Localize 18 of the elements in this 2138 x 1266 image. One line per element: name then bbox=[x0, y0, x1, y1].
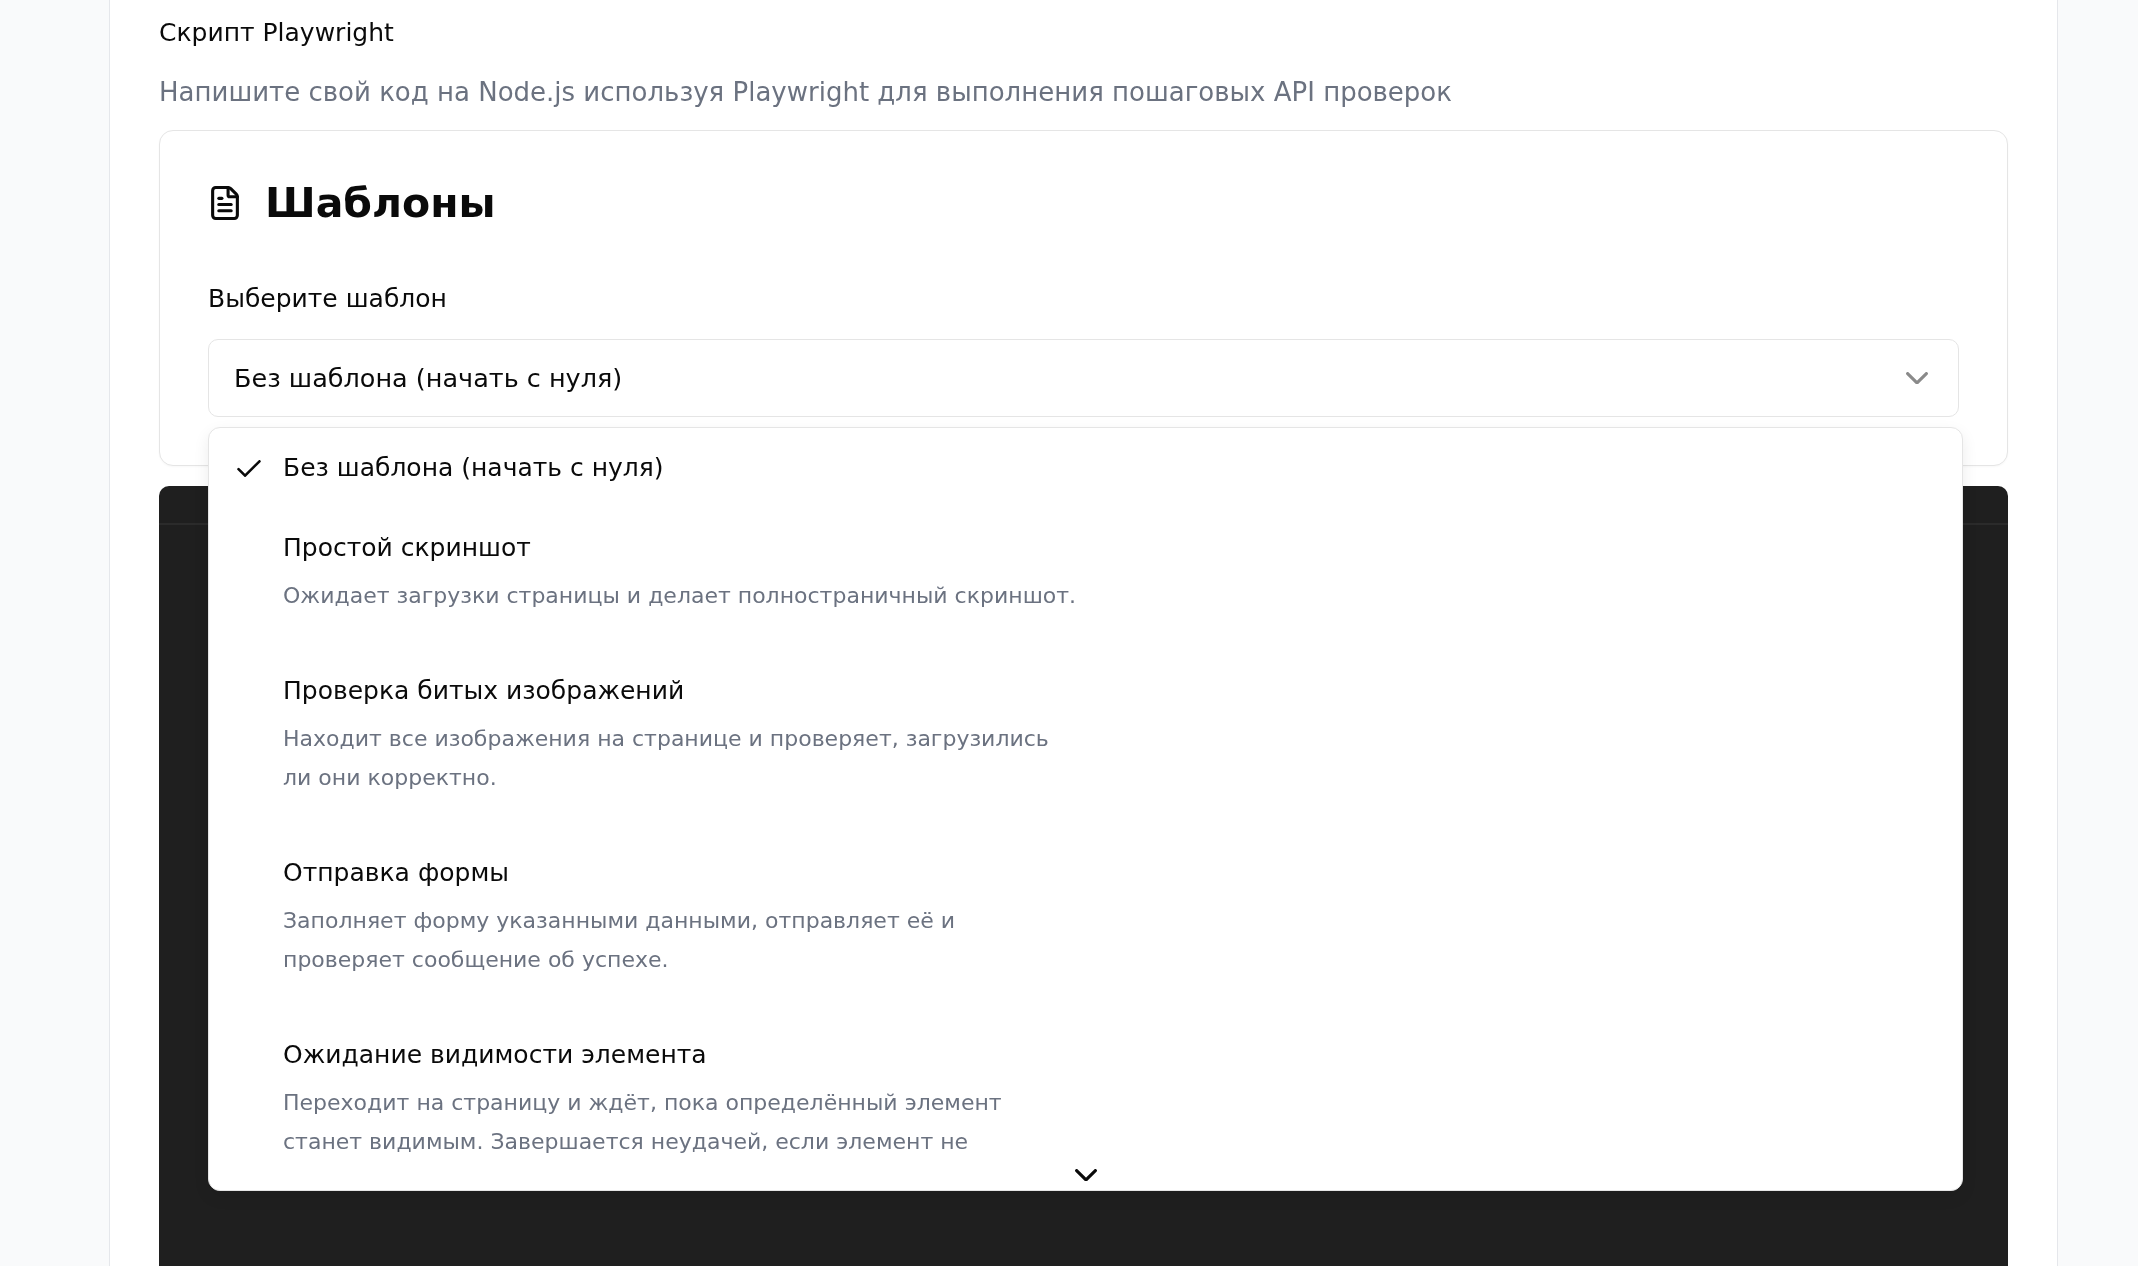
menu-option[interactable]: Ожидание видимости элемента Переходит на страницу и ждёт, пока определённый элемент станет видимым. Завершается неудачей, если элемент не bbox=[209, 1008, 1962, 1160]
check-icon bbox=[237, 459, 261, 477]
option-description: Заполняет форму указанными данными, отправляет её и проверяет сообщение об успехе. bbox=[283, 907, 957, 974]
section-description: Напишите свой код на Node.js используя Playwright для выполнения пошаговых API проверок bbox=[159, 76, 1453, 109]
menu-option[interactable]: Без шаблона (начать с нуля) bbox=[209, 435, 1962, 501]
template-select[interactable]: Без шаблона (начать с нуля) bbox=[208, 339, 1959, 417]
option-description: Переходит на страницу и ждёт, пока определённый элемент станет видимым. Завершается неудачей, если элемент не bbox=[283, 1089, 1003, 1156]
chevron-down-icon bbox=[1906, 371, 1928, 385]
option-description: Находит все изображения на странице и проверяет, загрузились ли они корректно. bbox=[283, 725, 1050, 792]
option-description: Ожидает загрузки страницы и делает полностраничный скриншот. bbox=[283, 582, 1077, 610]
section-title: Скрипт Playwright bbox=[159, 17, 395, 49]
menu-option[interactable]: Проверка битых изображений Находит все изображения на странице и проверяет, загрузились ли они корректно. bbox=[209, 644, 1962, 826]
field-label: Выберите шаблон bbox=[208, 283, 448, 315]
chevron-down-icon[interactable] bbox=[1074, 1168, 1097, 1182]
card-title: Шаблоны bbox=[265, 178, 496, 229]
document-icon bbox=[211, 186, 239, 220]
menu-option[interactable]: Отправка формы Заполняет форму указанными данными, отправляет её и проверяет сообщение об успехе. bbox=[209, 826, 1962, 1008]
menu-option[interactable]: Простой скриншот Ожидает загрузки страницы и делает полностраничный скриншот. bbox=[209, 501, 1962, 644]
